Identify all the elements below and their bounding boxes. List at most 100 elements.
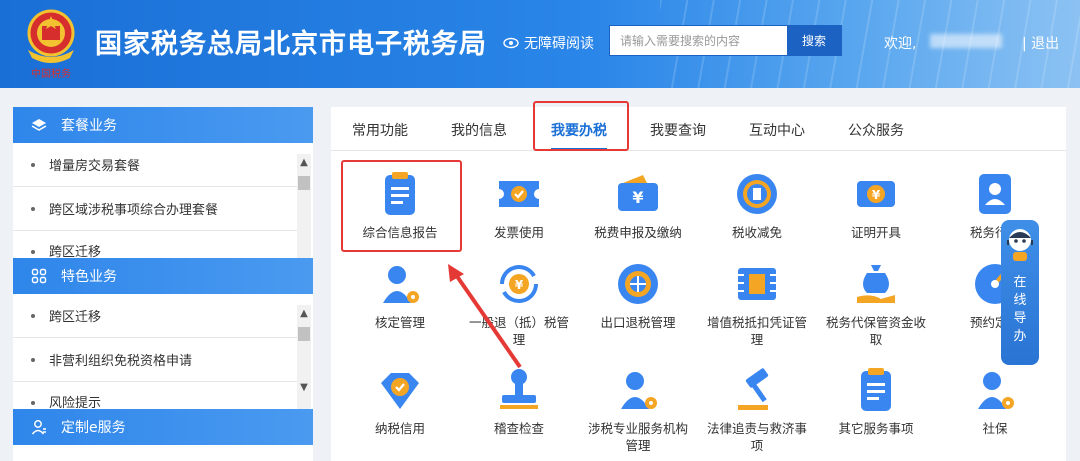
certificate-yuan-icon: ¥ <box>857 181 895 207</box>
tile-label: 涉税专业服务机构管理 <box>587 421 688 453</box>
person-gear-icon <box>383 266 419 303</box>
tile-tax-relief[interactable]: 税收减免 <box>702 169 812 241</box>
money-bag-hand-icon <box>857 265 895 303</box>
sidebar: 套餐业务 增量房交易套餐 跨区域涉税事项综合办理套餐 跨区迁移 ▲ 特色业务 跨… <box>13 107 313 461</box>
scroll-up-icon[interactable]: ▲ <box>297 307 311 321</box>
tile-vat-voucher[interactable]: 增值税抵扣凭证管理 <box>702 259 812 348</box>
bullet <box>31 401 35 405</box>
tile-label: 税收减免 <box>731 225 782 240</box>
tile-other-services[interactable]: 其它服务事项 <box>821 365 931 437</box>
agency-person-gear-icon <box>621 372 657 409</box>
sidebar-item[interactable]: 增量房交易套餐 <box>13 143 297 187</box>
tile-tax-credit[interactable]: 纳税信用 <box>345 365 455 437</box>
svg-text:¥: ¥ <box>872 188 881 202</box>
tab-common[interactable]: 常用功能 <box>352 120 408 140</box>
tile-label: 纳税信用 <box>374 421 425 436</box>
site-title: 国家税务总局北京市电子税务局 <box>95 29 487 60</box>
search-box: 搜索 <box>609 25 842 56</box>
invoice-ticket-icon <box>499 181 539 207</box>
sidebar-section-featured[interactable]: 特色业务 <box>13 258 313 294</box>
sidebar-item[interactable]: 跨区迁移 <box>13 231 297 261</box>
tab-query[interactable]: 我要查询 <box>650 120 706 140</box>
bullet <box>31 357 35 362</box>
tile-label: 增值税抵扣凭证管理 <box>706 315 807 347</box>
bullet <box>31 313 35 318</box>
user-icon <box>31 420 46 435</box>
eye-icon <box>503 37 519 49</box>
tab-my-info[interactable]: 我的信息 <box>451 120 507 140</box>
tile-export-refund[interactable]: 出口退税管理 <box>583 259 693 331</box>
tile-label: 税务代保管资金收取 <box>825 315 926 347</box>
sidebar-item-label: 跨区域涉税事项综合办理套餐 <box>49 203 219 218</box>
tile-inspection[interactable]: 稽查检查 <box>464 365 574 437</box>
tile-custody-funds[interactable]: 税务代保管资金收取 <box>821 259 931 348</box>
tile-label: 一般退（抵）税管理 <box>468 315 569 347</box>
scrollbar[interactable]: ▲ ▼ <box>297 305 311 409</box>
tile-label: 发票使用 <box>493 225 544 240</box>
sidebar-item[interactable]: 跨区迁移 <box>13 294 297 338</box>
scroll-up-icon[interactable]: ▲ <box>297 156 311 170</box>
top-header: 中国税务 国家税务总局北京市电子税务局 无障碍阅读 搜索 欢迎, | 退出 <box>0 0 1080 88</box>
logout-link[interactable]: | 退出 <box>1022 33 1059 53</box>
svg-text:中国税务: 中国税务 <box>31 67 71 80</box>
sidebar-item[interactable]: 风险提示 <box>13 382 297 412</box>
tile-social-security[interactable]: 社保 <box>940 365 1050 437</box>
tab-public-service[interactable]: 公众服务 <box>848 120 904 140</box>
refund-cycle-icon: ¥ <box>500 265 538 303</box>
tile-label: 证明开具 <box>850 225 901 240</box>
tile-agency-management[interactable]: 涉税专业服务机构管理 <box>583 365 693 454</box>
tile-label: 稽查检查 <box>493 421 544 436</box>
accessibility-label: 无障碍阅读 <box>524 36 594 52</box>
online-guide-label: 在线导办 <box>1013 275 1027 344</box>
scroll-down-icon[interactable]: ▼ <box>297 381 311 395</box>
sidebar-item[interactable]: 跨区域涉税事项综合办理套餐 <box>13 187 297 231</box>
sidebar-section-custom[interactable]: 定制e服务 <box>13 409 313 445</box>
sidebar-item-label: 非营利组织免税资格申请 <box>49 354 193 369</box>
wallet-yuan-icon: ¥ <box>618 175 658 211</box>
highlight-box-tab <box>533 101 629 151</box>
online-guide-button[interactable]: 在线导办 <box>1001 220 1039 365</box>
admin-person-icon <box>979 174 1011 214</box>
tab-interaction[interactable]: 互动中心 <box>749 120 805 140</box>
tile-declare-pay[interactable]: ¥ 税费申报及缴纳 <box>583 169 693 241</box>
vat-voucher-icon <box>738 268 776 300</box>
sidebar-list-package: 增量房交易套餐 跨区域涉税事项综合办理套餐 跨区迁移 <box>13 143 297 261</box>
tile-label: 核定管理 <box>374 315 425 330</box>
section-title: 套餐业务 <box>61 118 117 134</box>
sidebar-section-package[interactable]: 套餐业务 <box>13 107 313 143</box>
grid-icon <box>31 268 47 284</box>
accessibility-reading-link[interactable]: 无障碍阅读 <box>503 33 594 53</box>
bullet <box>31 206 35 211</box>
social-security-person-icon <box>978 372 1014 409</box>
tile-assessment[interactable]: 核定管理 <box>345 259 455 331</box>
sidebar-item-label: 增量房交易套餐 <box>49 159 141 174</box>
section-title: 定制e服务 <box>61 420 126 436</box>
search-button[interactable]: 搜索 <box>787 26 841 55</box>
stamp-inspection-icon <box>500 369 538 409</box>
tile-label: 其它服务事项 <box>838 421 914 436</box>
sidebar-list-featured: 跨区迁移 非营利组织免税资格申请 风险提示 <box>13 294 297 412</box>
tax-reduction-coin-icon <box>737 174 777 214</box>
highlight-box-tile <box>341 160 462 252</box>
tile-legal-remedy[interactable]: 法律追责与救济事项 <box>702 365 812 454</box>
search-input[interactable] <box>610 26 788 55</box>
welcome-label: 欢迎, <box>884 36 917 52</box>
tile-label: 社保 <box>982 421 1008 436</box>
tab-bar: 常用功能 我的信息 我要办税 我要查询 互动中心 公众服务 <box>331 107 1066 151</box>
tile-label: 税费申报及缴纳 <box>594 225 682 240</box>
tile-invoice[interactable]: 发票使用 <box>464 169 574 241</box>
tile-label: 出口退税管理 <box>600 315 676 330</box>
tax-emblem-icon: 中国税务 <box>27 9 75 80</box>
bullet <box>31 162 35 167</box>
scrollbar-thumb[interactable] <box>298 176 310 190</box>
layers-icon <box>31 119 47 131</box>
sidebar-item[interactable]: 非营利组织免税资格申请 <box>13 338 297 382</box>
gavel-icon <box>738 368 769 410</box>
tile-certificate[interactable]: ¥ 证明开具 <box>821 169 931 241</box>
scrollbar-thumb[interactable] <box>298 327 310 341</box>
globe-export-icon <box>618 264 658 304</box>
tile-refund[interactable]: ¥ 一般退（抵）税管理 <box>464 259 574 348</box>
svg-text:¥: ¥ <box>632 188 643 207</box>
scrollbar[interactable]: ▲ <box>297 154 311 258</box>
credit-diamond-icon <box>381 373 419 409</box>
